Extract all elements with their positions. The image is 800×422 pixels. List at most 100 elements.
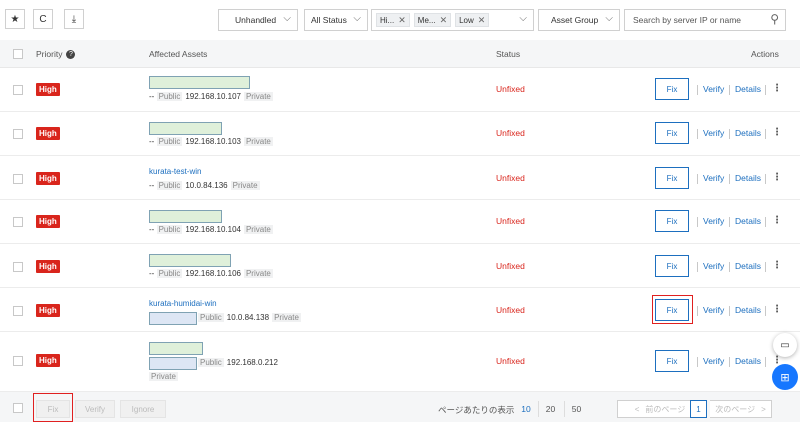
help-icon[interactable]: ?: [66, 50, 76, 60]
row-checkbox[interactable]: [13, 306, 23, 316]
fix-button[interactable]: Fix: [655, 210, 689, 232]
priority-filter-select[interactable]: Hi... ✕ Me... ✕ Low ✕ ⌵: [371, 9, 534, 31]
redacted-asset-name: [149, 76, 250, 89]
search-input[interactable]: [625, 10, 761, 30]
close-icon[interactable]: ✕: [398, 15, 406, 26]
batch-ignore-button[interactable]: Ignore: [120, 400, 166, 418]
status-text: Unfixed: [496, 305, 525, 315]
fix-button[interactable]: Fix: [655, 350, 689, 372]
asset-name-link[interactable]: kurata-test-win: [149, 167, 201, 176]
divider: [765, 85, 766, 95]
verify-link[interactable]: Verify: [703, 261, 724, 271]
divider: [765, 129, 766, 139]
row-checkbox[interactable]: [13, 174, 23, 184]
more-options-icon[interactable]: ⋮: [772, 173, 782, 183]
chevron-down-icon: ⌵: [353, 13, 361, 24]
table-row: High -- Public 192.168.10.104 Private Unfi…: [0, 200, 800, 244]
more-options-icon[interactable]: ⋮: [772, 128, 782, 138]
table-row: High kurata-test-win -- Public 10.0.84.13…: [0, 156, 800, 200]
divider: [697, 357, 698, 367]
redacted-asset-name: [149, 122, 222, 135]
verify-link[interactable]: Verify: [703, 305, 724, 315]
asset-info: Public 10.0.84.138 Private: [198, 313, 301, 322]
row-checkbox[interactable]: [13, 356, 23, 366]
fix-button[interactable]: Fix: [655, 78, 689, 100]
status-text: Unfixed: [496, 216, 525, 226]
next-page-button[interactable]: 次のページ >: [710, 400, 772, 418]
footer-select-all-checkbox[interactable]: [13, 403, 23, 413]
details-link[interactable]: Details: [735, 261, 761, 271]
table-footer: Fix Verify Ignore ページあたりの表示 10 20 50 < 前…: [0, 392, 800, 422]
asset-group-select[interactable]: Asset Group ⌵: [538, 9, 620, 31]
search-icon[interactable]: ⚲: [770, 12, 779, 26]
asset-info: -- Public 192.168.10.106 Private: [149, 269, 273, 278]
more-options-icon[interactable]: ⋮: [772, 84, 782, 94]
verify-link[interactable]: Verify: [703, 84, 724, 94]
divider: [729, 174, 730, 184]
more-options-icon[interactable]: ⋮: [772, 216, 782, 226]
details-link[interactable]: Details: [735, 356, 761, 366]
asset-info: -- Public 10.0.84.136 Private: [149, 181, 260, 190]
row-checkbox[interactable]: [13, 217, 23, 227]
current-page[interactable]: 1: [690, 400, 707, 418]
row-checkbox[interactable]: [13, 129, 23, 139]
actions-header: Actions: [751, 49, 779, 59]
fix-button[interactable]: Fix: [655, 255, 689, 277]
status-filter-value: All Status: [311, 15, 347, 25]
priority-badge: High: [36, 127, 60, 140]
row-checkbox[interactable]: [13, 85, 23, 95]
table-header: Priority? Affected Assets Status Actions: [0, 40, 800, 68]
verify-link[interactable]: Verify: [703, 356, 724, 366]
redacted-asset-name: [149, 210, 222, 223]
page-size-10[interactable]: 10: [514, 401, 538, 417]
redacted-asset-id: [149, 312, 197, 325]
asset-group-value: Asset Group: [551, 15, 599, 25]
verify-link[interactable]: Verify: [703, 173, 724, 183]
more-options-icon[interactable]: ⋮: [772, 305, 782, 315]
divider: [697, 129, 698, 139]
page-size-label: ページあたりの表示: [438, 405, 515, 415]
chevron-right-icon: >: [761, 404, 766, 414]
priority-badge: High: [36, 304, 60, 317]
page-size-50[interactable]: 50: [564, 401, 588, 417]
divider: [697, 85, 698, 95]
divider: [765, 306, 766, 316]
close-icon[interactable]: ✕: [478, 15, 486, 26]
chat-icon[interactable]: ▭: [773, 333, 797, 357]
details-link[interactable]: Details: [735, 84, 761, 94]
row-checkbox[interactable]: [13, 262, 23, 272]
divider: [729, 129, 730, 139]
verify-link[interactable]: Verify: [703, 128, 724, 138]
status-filter-select[interactable]: All Status ⌵: [304, 9, 368, 31]
details-link[interactable]: Details: [735, 216, 761, 226]
chevron-left-icon: <: [634, 404, 640, 414]
priority-badge: High: [36, 215, 60, 228]
verify-link[interactable]: Verify: [703, 216, 724, 226]
asset-info: -- Public 192.168.10.107 Private: [149, 92, 273, 101]
close-icon[interactable]: ✕: [440, 15, 448, 26]
table-row: High -- Public 192.168.10.106 Private Unfi…: [0, 244, 800, 288]
handled-filter-select[interactable]: Unhandled ⌵: [218, 9, 298, 31]
priority-badge: High: [36, 83, 60, 96]
favorite-star-icon[interactable]: ★: [5, 9, 25, 29]
select-all-checkbox[interactable]: [13, 49, 23, 59]
handled-filter-value: Unhandled: [235, 15, 277, 25]
redacted-asset-name: [149, 254, 231, 267]
table-row: High -- Public 192.168.10.107 Private Unfi…: [0, 68, 800, 112]
apps-grid-icon[interactable]: ⊞: [772, 364, 798, 390]
chevron-down-icon: ⌵: [519, 13, 527, 24]
download-icon[interactable]: ⤓: [64, 9, 84, 29]
page-size-20[interactable]: 20: [538, 401, 562, 417]
fix-button[interactable]: Fix: [655, 122, 689, 144]
refresh-icon[interactable]: C: [33, 9, 53, 29]
toolbar: ★ C ⤓ Unhandled ⌵ All Status ⌵ Hi... ✕ Me…: [0, 0, 800, 40]
priority-tag-medium: Me... ✕: [413, 13, 452, 27]
batch-verify-button[interactable]: Verify: [75, 400, 115, 418]
details-link[interactable]: Details: [735, 128, 761, 138]
divider: [697, 174, 698, 184]
details-link[interactable]: Details: [735, 305, 761, 315]
fix-button[interactable]: Fix: [655, 167, 689, 189]
asset-name-link[interactable]: kurata-humidai-win: [149, 299, 217, 308]
details-link[interactable]: Details: [735, 173, 761, 183]
more-options-icon[interactable]: ⋮: [772, 261, 782, 271]
